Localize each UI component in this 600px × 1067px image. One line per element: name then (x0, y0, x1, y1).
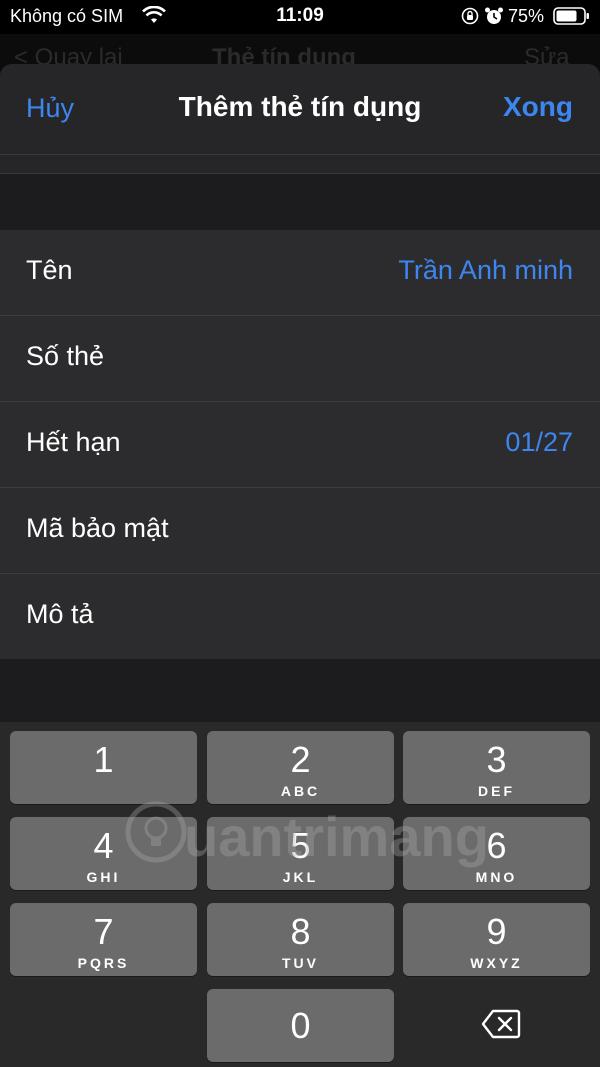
status-bar: Không có SIM 11:09 75% (0, 0, 600, 34)
key-8[interactable]: 8 TUV (207, 903, 394, 976)
key-digit: 2 (290, 739, 311, 780)
expiry-field[interactable]: Hết hạn 01/27 (0, 402, 600, 488)
field-value[interactable]: 01/27 (505, 427, 573, 458)
key-digit: 4 (93, 825, 114, 866)
key-letters: GHI (86, 869, 121, 885)
field-label: Mã bảo mật (26, 513, 169, 543)
key-1[interactable]: 1 (10, 731, 197, 804)
key-letters: ABC (280, 783, 321, 799)
card-form: Tên Trần Anh minh Số thẻ Hết hạn 01/27 M… (0, 230, 600, 659)
key-5[interactable]: 5 JKL (207, 817, 394, 890)
key-letters: WXYZ (470, 955, 523, 971)
key-digit: 6 (486, 825, 507, 866)
field-value[interactable]: Trần Anh minh (398, 255, 573, 286)
key-digit: 7 (93, 911, 114, 952)
key-7[interactable]: 7 PQRS (10, 903, 197, 976)
key-6[interactable]: 6 MNO (403, 817, 590, 890)
key-letters: MNO (475, 869, 518, 885)
section-strip (0, 155, 600, 173)
key-letters: DEF (478, 783, 515, 799)
done-button[interactable]: Xong (503, 91, 573, 123)
key-letters: TUV (282, 955, 319, 971)
card-number-field[interactable]: Số thẻ (0, 316, 600, 402)
orientation-lock-icon (461, 7, 479, 25)
key-2[interactable]: 2 ABC (207, 731, 394, 804)
key-digit: 1 (93, 739, 114, 780)
key-digit: 9 (486, 911, 507, 952)
sheet-header: Hủy Thêm thẻ tín dụng Xong (0, 64, 600, 154)
field-label: Hết hạn (26, 427, 121, 457)
key-9[interactable]: 9 WXYZ (403, 903, 590, 976)
backspace-icon[interactable] (481, 1009, 521, 1039)
key-digit: 8 (290, 911, 311, 952)
name-field[interactable]: Tên Trần Anh minh (0, 230, 600, 316)
security-code-field[interactable]: Mã bảo mật (0, 488, 600, 574)
key-digit: 0 (290, 1005, 311, 1046)
description-field[interactable]: Mô tả (0, 574, 600, 659)
key-digit: 5 (290, 825, 311, 866)
field-label: Mô tả (26, 599, 94, 629)
field-label: Tên (26, 255, 73, 285)
key-3[interactable]: 3 DEF (403, 731, 590, 804)
field-label: Số thẻ (26, 341, 105, 371)
key-digit: 3 (486, 739, 507, 780)
numeric-keypad: 1 2 ABC 3 DEF 4 GHI 5 JKL 6 MNO 7 PQRS 8… (0, 722, 600, 1067)
key-0[interactable]: 0 (207, 989, 394, 1062)
battery-percent: 75% (508, 6, 545, 26)
key-letters: PQRS (77, 955, 130, 971)
divider (0, 173, 600, 174)
alarm-icon (485, 7, 503, 24)
battery-icon (553, 7, 589, 25)
key-letters: JKL (282, 869, 319, 885)
key-4[interactable]: 4 GHI (10, 817, 197, 890)
